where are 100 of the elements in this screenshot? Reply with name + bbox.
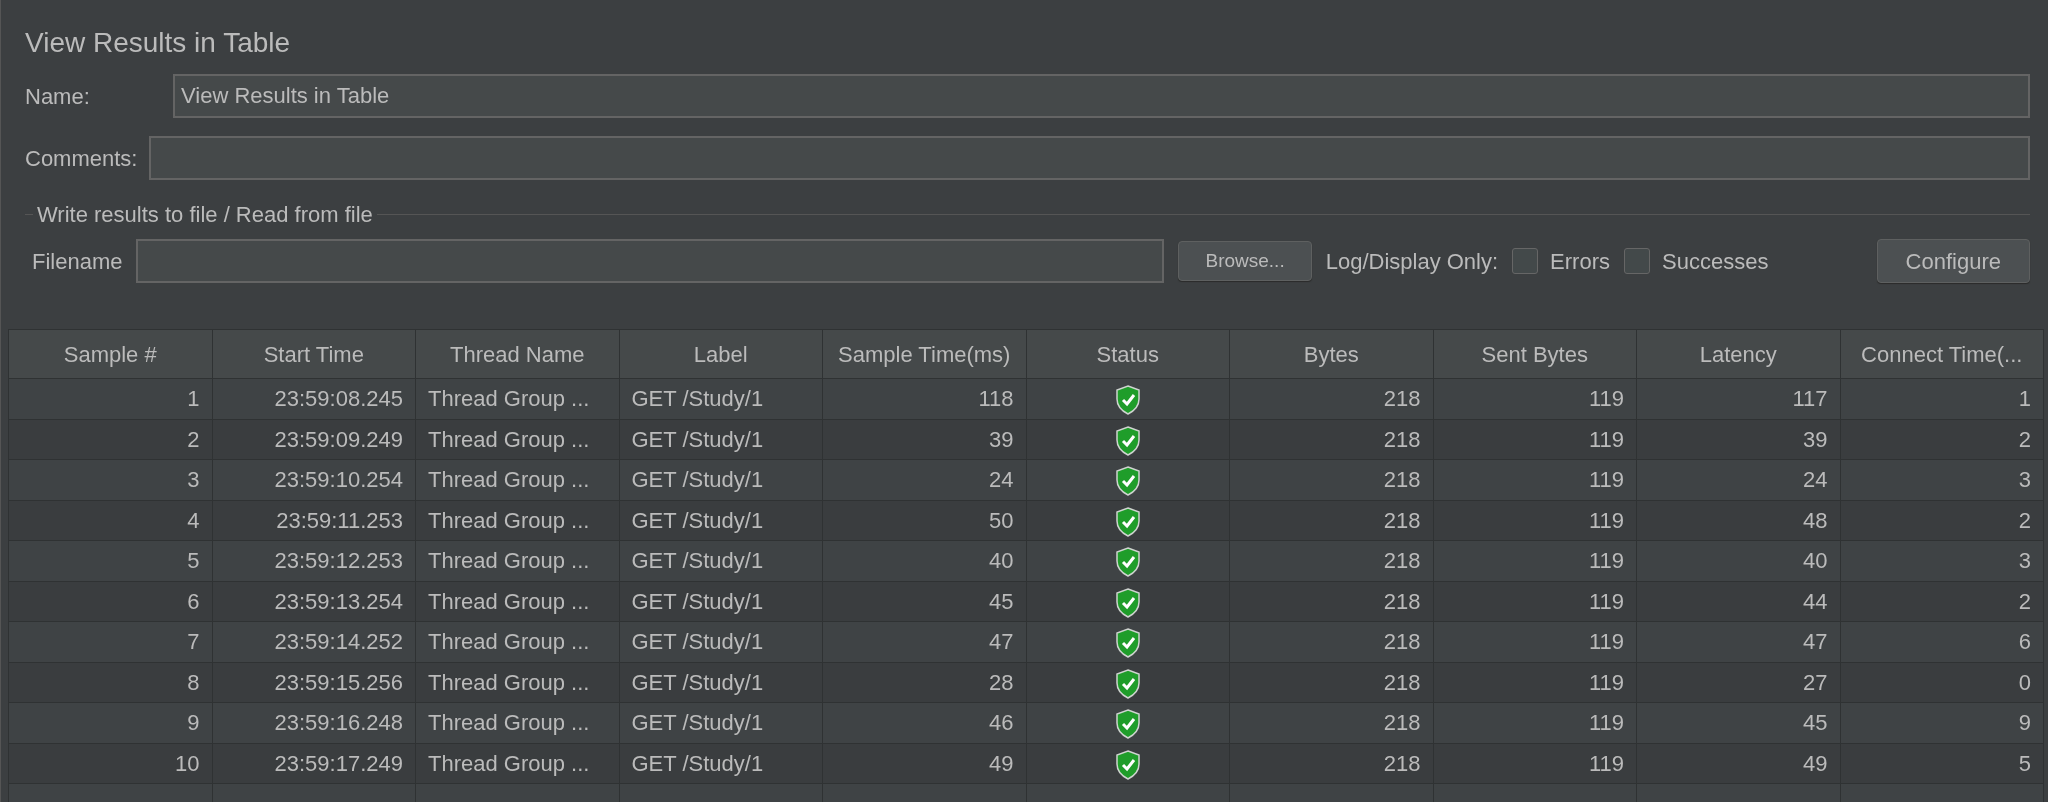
table-cell: Thread Group ... — [415, 459, 619, 500]
table-cell: 23:59:16.248 — [212, 702, 416, 743]
table-cell: 218 — [1229, 419, 1433, 460]
table-cell: 44 — [1636, 581, 1840, 622]
column-header[interactable]: Thread Name — [415, 329, 619, 379]
name-field[interactable]: View Results in Table — [173, 74, 2030, 118]
table-cell: 218 — [1229, 743, 1433, 784]
table-cell: 218 — [1229, 702, 1433, 743]
comments-field[interactable] — [149, 136, 2030, 180]
configure-button[interactable]: Configure — [1876, 239, 2030, 283]
column-header[interactable]: Status — [1026, 329, 1230, 379]
table-cell: 2 — [1840, 581, 2044, 622]
filename-field[interactable] — [136, 239, 1165, 283]
table-cell: Thread Group ... — [415, 581, 619, 622]
column-header[interactable]: Start Time — [212, 329, 416, 379]
checkbox[interactable] — [1512, 248, 1539, 274]
table-cell: 23:59:09.249 — [212, 419, 416, 460]
table-cell: 118 — [822, 378, 1026, 419]
table-cell: Thread Group ... — [415, 378, 619, 419]
table-cell: 0 — [1840, 662, 2044, 703]
table-cell: GET /Study/1 — [619, 743, 823, 784]
checkbox-label: Errors — [1550, 247, 1610, 276]
table-cell: Thread Group ... — [415, 540, 619, 581]
table-cell: Thread Group ... — [415, 743, 619, 784]
table-cell: GET /Study/1 — [619, 500, 823, 541]
table-cell: 119 — [1433, 621, 1637, 662]
table-cell: 119 — [1433, 743, 1637, 784]
table-cell: 119 — [1433, 702, 1637, 743]
table-cell: GET /Study/1 — [619, 419, 823, 460]
table-cell: GET /Study/1 — [619, 459, 823, 500]
table-cell: GET /Study/1 — [619, 378, 823, 419]
table-cell: 24 — [822, 459, 1026, 500]
table-cell: 49 — [822, 743, 1026, 784]
table-cell: 119 — [1433, 378, 1637, 419]
table-cell: 218 — [1229, 378, 1433, 419]
table-cell: 218 — [1229, 581, 1433, 622]
table-cell: 119 — [1433, 581, 1637, 622]
table-cell: 10 — [8, 743, 212, 784]
column-header[interactable]: Latency — [1636, 329, 1840, 379]
table-cell: 119 — [1433, 540, 1637, 581]
table-cell: 6 — [8, 581, 212, 622]
table-cell: 218 — [1229, 662, 1433, 703]
table-cell: 23:59:17.249 — [212, 743, 416, 784]
table-cell: 119 — [1433, 500, 1637, 541]
table-cell: 27 — [1636, 662, 1840, 703]
table-cell: Thread Group ... — [415, 662, 619, 703]
table-cell: 119 — [1433, 662, 1637, 703]
table-cell: 47 — [822, 621, 1026, 662]
table-cell: 5 — [1840, 743, 2044, 784]
table-cell: 3 — [1840, 459, 2044, 500]
column-header[interactable]: Sample # — [8, 329, 212, 379]
table-cell: 3 — [8, 459, 212, 500]
table-cell: 39 — [822, 419, 1026, 460]
table-cell: 218 — [1229, 621, 1433, 662]
table-cell: 28 — [822, 662, 1026, 703]
table-cell: GET /Study/1 — [619, 621, 823, 662]
filename-label: Filename — [32, 247, 123, 276]
table-cell: 40 — [1636, 540, 1840, 581]
table-cell: 218 — [1229, 540, 1433, 581]
group-title: Write results to file / Read from file — [37, 201, 373, 229]
checkbox[interactable] — [1624, 248, 1650, 274]
table-cell: 119 — [1433, 459, 1637, 500]
table-cell: 23:59:15.256 — [212, 662, 416, 703]
column-header[interactable]: Sample Time(ms) — [822, 329, 1026, 379]
table-cell: 48 — [1636, 500, 1840, 541]
table-cell: 23:59:08.245 — [212, 378, 416, 419]
column-header[interactable]: Connect Time(... — [1840, 329, 2044, 379]
table-cell: 9 — [8, 702, 212, 743]
table-cell: 2 — [1840, 419, 2044, 460]
browse-button[interactable]: Browse... — [1178, 241, 1312, 281]
table-cell: 2 — [8, 419, 212, 460]
panel-title: View Results in Table — [25, 26, 292, 60]
table-cell: 2 — [1840, 500, 2044, 541]
log-display-label: Log/Display Only: — [1325, 247, 1499, 276]
table-cell: 218 — [1229, 500, 1433, 541]
column-header[interactable]: Label — [619, 329, 823, 379]
table-cell: 45 — [822, 581, 1026, 622]
table-cell: 45 — [1636, 702, 1840, 743]
table-cell: Thread Group ... — [415, 500, 619, 541]
table-cell: Thread Group ... — [415, 419, 619, 460]
table-cell: 1 — [8, 378, 212, 419]
table-cell: 23:59:11.253 — [212, 500, 416, 541]
table-cell: 39 — [1636, 419, 1840, 460]
checkbox-label: Successes — [1662, 247, 1769, 276]
table-cell: 23:59:10.254 — [212, 459, 416, 500]
table-cell: Thread Group ... — [415, 702, 619, 743]
table-cell: 218 — [1229, 459, 1433, 500]
table-cell: 119 — [1433, 419, 1637, 460]
column-header[interactable]: Sent Bytes — [1433, 329, 1637, 379]
table-cell: 117 — [1636, 378, 1840, 419]
name-label: Name: — [25, 82, 91, 111]
table-cell: 50 — [822, 500, 1026, 541]
column-header[interactable]: Bytes — [1229, 329, 1433, 379]
table-cell: 47 — [1636, 621, 1840, 662]
table-cell: 3 — [1840, 540, 2044, 581]
table-cell: 24 — [1636, 459, 1840, 500]
comments-label: Comments: — [25, 144, 138, 173]
table-cell: 23:59:12.253 — [212, 540, 416, 581]
table-cell: 40 — [822, 540, 1026, 581]
table-cell: Thread Group ... — [415, 621, 619, 662]
